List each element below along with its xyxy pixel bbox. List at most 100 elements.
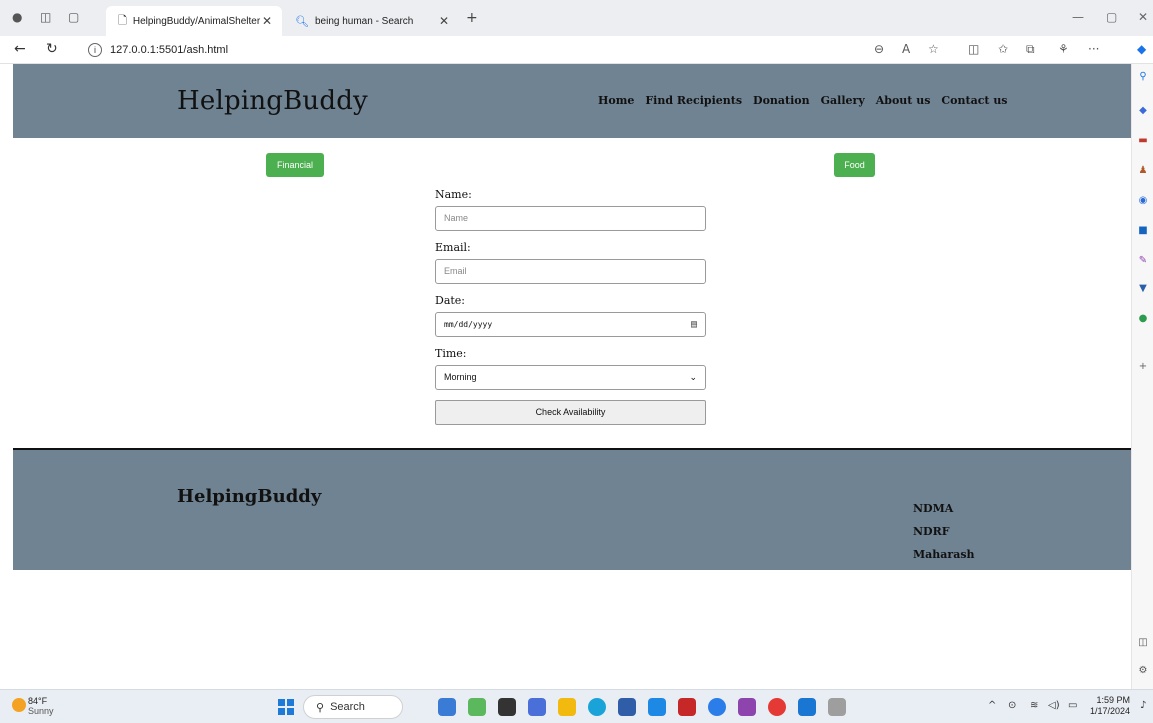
favorite-star-icon[interactable]: ☆ — [928, 42, 939, 56]
footer-link-ndma[interactable]: NDMA — [913, 502, 975, 525]
split-screen-icon[interactable]: ◫ — [968, 42, 979, 56]
booking-form: Name: Name Email: Email Date: mm/dd/yyyy… — [435, 188, 707, 425]
search-icon: ⚲ — [316, 701, 325, 714]
windows-start-icon[interactable] — [278, 699, 294, 715]
browser-sidebar: ⚲ ◆ ▬ ♟ ◉ ■ ✎ ▼ ● + ◫ ⚙ — [1131, 64, 1153, 689]
site-logo[interactable]: HelpingBuddy — [177, 86, 368, 116]
chevron-up-icon[interactable]: ^ — [988, 700, 996, 711]
restore-icon[interactable]: ▢ — [1106, 10, 1117, 24]
browser-tab-title: being human - Search — [314, 15, 414, 27]
financial-button[interactable]: Financial — [266, 153, 324, 177]
chat-app-icon[interactable] — [468, 698, 486, 716]
favorites-icon[interactable]: ✩ — [998, 42, 1008, 56]
panel-icon[interactable]: ◫ — [1136, 636, 1150, 650]
new-tab-icon[interactable]: + — [466, 10, 478, 26]
read-aloud-icon[interactable]: A — [902, 42, 910, 56]
date-label: Date: — [435, 294, 466, 307]
people-icon[interactable]: ♟ — [1136, 164, 1150, 178]
nav-contact-us[interactable]: Contact us — [941, 94, 1007, 107]
tab-actions-icon[interactable]: ▢ — [68, 10, 79, 24]
zoom-icon[interactable]: ⊖ — [874, 42, 884, 56]
workspaces-icon[interactable]: ◫ — [40, 10, 51, 24]
designer-icon[interactable]: ✎ — [1136, 254, 1150, 268]
clock-time: 1:59 PM — [1096, 695, 1131, 705]
vscode-app-icon[interactable] — [798, 698, 816, 716]
back-icon[interactable]: ← — [14, 41, 26, 57]
copilot-app-icon[interactable] — [708, 698, 726, 716]
mcafee-app-icon[interactable] — [678, 698, 696, 716]
browser-tab-search[interactable]: 🔍︎ being human - Search ✕ — [287, 6, 459, 36]
task-view-icon[interactable] — [498, 698, 516, 716]
search-icon: 🔍︎ — [295, 15, 309, 28]
close-icon[interactable]: ✕ — [262, 14, 272, 28]
nav-home[interactable]: Home — [598, 94, 634, 107]
weather-widget[interactable]: 84°F Sunny — [12, 696, 54, 716]
edge-app-icon[interactable] — [588, 698, 606, 716]
info-icon[interactable]: i — [88, 43, 102, 57]
shopping-icon[interactable]: ▼ — [1136, 282, 1150, 296]
nav-find-recipients[interactable]: Find Recipients — [645, 94, 742, 107]
sun-icon — [12, 698, 26, 712]
settings-gear-icon[interactable]: ⚙ — [1136, 664, 1150, 678]
tag-icon[interactable]: ◆ — [1136, 104, 1150, 118]
volume-icon[interactable]: ◁) — [1048, 700, 1060, 711]
store-app-icon[interactable] — [618, 698, 636, 716]
refresh-icon[interactable]: ↻ — [46, 41, 58, 57]
browser-address-bar: ← ↻ i 127.0.0.1:5501/ash.html ⊖ A ☆ ◫ ✩ … — [0, 36, 1153, 64]
minimize-icon[interactable]: — — [1072, 10, 1084, 24]
time-label: Time: — [435, 347, 467, 360]
email-placeholder: Email — [444, 266, 467, 276]
main-nav: Home Find Recipients Donation Gallery Ab… — [598, 94, 1019, 107]
window-close-icon[interactable]: ✕ — [1138, 10, 1148, 24]
outlook-icon[interactable]: ■ — [1136, 224, 1150, 238]
taskbar-search[interactable]: ⚲ Search — [303, 695, 403, 719]
time-select[interactable]: Morning ⌄ — [435, 365, 706, 390]
teams-app-icon[interactable] — [528, 698, 546, 716]
browser-tab-title: HelpingBuddy/AnimalShelter — [132, 15, 261, 27]
nav-donation[interactable]: Donation — [753, 94, 810, 107]
date-field[interactable]: mm/dd/yyyy ▤ — [435, 312, 706, 337]
profile-icon[interactable]: ● — [12, 10, 22, 24]
nav-about-us[interactable]: About us — [876, 94, 931, 107]
network-status-icon[interactable]: ⊙ — [1008, 700, 1016, 711]
file-explorer-icon[interactable] — [558, 698, 576, 716]
add-icon[interactable]: + — [1136, 360, 1150, 374]
whatsapp-icon[interactable]: ● — [1136, 312, 1150, 326]
footer-link-ndrf[interactable]: NDRF — [913, 525, 975, 548]
collections-icon[interactable]: ⧉ — [1026, 42, 1035, 57]
nav-gallery[interactable]: Gallery — [821, 94, 865, 107]
name-placeholder: Name — [444, 213, 469, 223]
time-selected-value: Morning — [444, 372, 477, 382]
copilot-icon[interactable]: ◉ — [1136, 194, 1150, 208]
url-field[interactable]: i 127.0.0.1:5501/ash.html — [88, 40, 928, 60]
browser-tab-active[interactable]: 🗋 HelpingBuddy/AnimalShelter ✕ — [106, 6, 282, 36]
snipping-tool-icon[interactable] — [828, 698, 846, 716]
photos-app-icon[interactable] — [738, 698, 756, 716]
food-button[interactable]: Food — [834, 153, 875, 177]
battery-icon[interactable]: ▭ — [1068, 700, 1077, 711]
weather-temp: 84°F — [28, 696, 48, 706]
notification-bell-icon[interactable]: ♪ — [1140, 700, 1146, 711]
linkedin-app-icon[interactable] — [648, 698, 666, 716]
more-menu-icon[interactable]: ··· — [1088, 42, 1099, 56]
browser-tab-strip: ● ◫ ▢ 🗋 HelpingBuddy/AnimalShelter ✕ 🔍︎ … — [0, 0, 1153, 36]
name-label: Name: — [435, 188, 472, 201]
check-availability-button[interactable]: Check Availability — [435, 400, 706, 425]
date-value: mm/dd/yyyy — [444, 320, 493, 329]
copilot-icon[interactable]: ◆ — [1137, 42, 1146, 56]
wifi-icon[interactable]: ≋ — [1030, 700, 1038, 711]
search-icon[interactable]: ⚲ — [1136, 70, 1150, 84]
email-field[interactable]: Email — [435, 259, 706, 284]
windows-taskbar: 84°F Sunny ⚲ Search ^ ⊙ ≋ ◁) ▭ 1:59 PM 1… — [0, 689, 1153, 723]
name-field[interactable]: Name — [435, 206, 706, 231]
calendar-icon[interactable]: ▤ — [691, 313, 697, 336]
taskbar-search-label: Search — [330, 701, 365, 713]
chrome-app-icon[interactable] — [768, 698, 786, 716]
extensions-icon[interactable]: ⚘ — [1058, 42, 1069, 56]
footer-logo: HelpingBuddy — [177, 486, 322, 507]
taskbar-clock[interactable]: 1:59 PM 1/17/2024 — [1090, 695, 1130, 717]
footer-link-maharash[interactable]: Maharash — [913, 548, 975, 571]
widgets-app-icon[interactable] — [438, 698, 456, 716]
briefcase-icon[interactable]: ▬ — [1136, 134, 1150, 148]
close-icon[interactable]: ✕ — [439, 14, 449, 28]
